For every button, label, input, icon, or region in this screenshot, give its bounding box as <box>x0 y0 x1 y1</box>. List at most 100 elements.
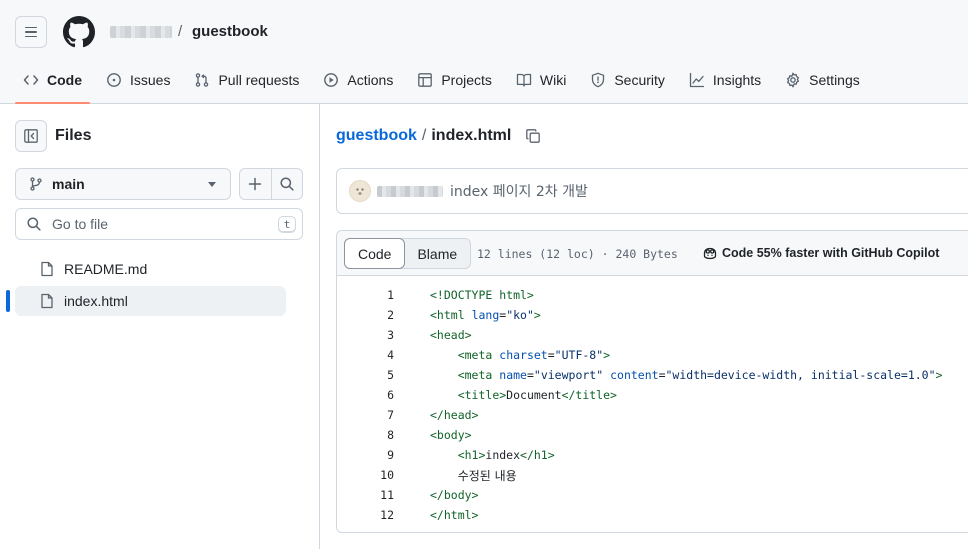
copilot-promo-text: Code 55% faster with GitHub Copilot <box>722 246 940 260</box>
line-content: <head> <box>430 328 472 342</box>
line-number[interactable]: 7 <box>337 408 394 422</box>
line-number[interactable]: 11 <box>337 488 394 502</box>
shield-icon <box>592 72 605 88</box>
plus-icon <box>249 177 262 191</box>
line-number[interactable]: 4 <box>337 348 394 362</box>
line-content: <meta charset="UTF-8"> <box>457 348 611 362</box>
file-tree: README.md index.html <box>6 254 286 318</box>
line-content: <body> <box>430 428 472 442</box>
sidebar-collapse-icon <box>24 129 38 143</box>
line-content: <title>Document</title> <box>457 388 617 402</box>
commit-message[interactable]: index 페이지 2차 개발 <box>450 181 588 201</box>
tab-pull-requests[interactable]: Pull requests <box>186 62 307 98</box>
repo-name-link[interactable]: guestbook <box>192 23 268 40</box>
line-number[interactable]: 9 <box>337 448 394 462</box>
tab-settings[interactable]: Settings <box>777 62 868 98</box>
search-icon <box>280 177 294 191</box>
line-content: </body> <box>430 488 479 502</box>
play-icon <box>324 73 339 87</box>
line-number[interactable]: 10 <box>337 468 394 482</box>
code-line: 7 </head> <box>337 405 968 425</box>
line-content: <h1>index</h1> <box>457 448 555 462</box>
avatar[interactable] <box>349 180 371 202</box>
file-item-readme[interactable]: README.md <box>15 254 286 284</box>
avatar-face-icon <box>356 188 364 195</box>
copilot-promo-link[interactable]: Code 55% faster with GitHub Copilot <box>702 245 939 261</box>
file-item-label: README.md <box>64 261 148 277</box>
code-line: 6 <title>Document</title> <box>337 385 968 405</box>
menu-button[interactable] <box>15 16 47 48</box>
line-content: </head> <box>430 408 479 422</box>
line-content: </html> <box>430 508 479 522</box>
branch-select-button[interactable]: main <box>15 168 231 200</box>
code-line: 10 수정된 내용 <box>337 465 968 485</box>
file-breadcrumb: guestbook / index.html <box>336 127 541 145</box>
search-files-button[interactable] <box>270 169 302 199</box>
file-icon <box>41 293 53 309</box>
file-stats: 12 lines (12 loc) · 240 Bytes <box>477 247 678 261</box>
git-branch-icon <box>30 177 42 191</box>
file-item-label: index.html <box>64 293 128 309</box>
code-icon <box>23 75 39 85</box>
code-view-button[interactable]: Code <box>344 238 406 269</box>
book-icon <box>516 73 532 87</box>
tab-security[interactable]: Security <box>582 62 673 98</box>
code-line: 5 <meta name="viewport" content="width=d… <box>337 365 968 385</box>
copilot-icon <box>703 247 717 260</box>
code-line: 11 </body> <box>337 485 968 505</box>
tab-insights[interactable]: Insights <box>681 62 769 98</box>
line-number[interactable]: 6 <box>337 388 394 402</box>
tab-issues[interactable]: Issues <box>98 62 178 98</box>
tab-code-label: Code <box>47 72 82 88</box>
line-content: <meta name="viewport" content="width=dev… <box>457 368 943 382</box>
line-number[interactable]: 1 <box>337 288 394 302</box>
tab-actions[interactable]: Actions <box>315 62 401 98</box>
add-file-button[interactable] <box>240 169 271 199</box>
go-to-file-input[interactable]: Go to file t <box>15 208 303 240</box>
repo-nav-tabs: Code Issues Pull requests Actions Projec… <box>0 62 876 104</box>
files-heading: Files <box>55 127 92 144</box>
file-viewer-header: Code Blame 12 lines (12 loc) · 240 Bytes… <box>337 231 968 276</box>
line-number[interactable]: 5 <box>337 368 394 382</box>
go-to-file-placeholder: Go to file <box>52 216 109 232</box>
code-lines: 1 <!DOCTYPE html> 2 <html lang="ko"> 3 <… <box>337 285 968 525</box>
hamburger-icon <box>25 26 37 29</box>
tab-settings-label: Settings <box>809 72 860 88</box>
file-viewer: Code Blame 12 lines (12 loc) · 240 Bytes… <box>336 230 968 533</box>
line-number[interactable]: 2 <box>337 308 394 322</box>
code-line: 3 <head> <box>337 325 968 345</box>
file-item-index-html[interactable]: index.html <box>6 286 286 316</box>
code-blame-toggle: Code Blame <box>344 238 472 269</box>
tab-code[interactable]: Code <box>15 62 90 104</box>
search-icon <box>27 217 41 231</box>
line-number[interactable]: 3 <box>337 328 394 342</box>
code-line: 8 <body> <box>337 425 968 445</box>
branch-name: main <box>52 176 85 192</box>
breadcrumb-repo-link[interactable]: guestbook <box>336 127 417 145</box>
tab-actions-label: Actions <box>347 72 394 88</box>
line-content: 수정된 내용 <box>430 467 517 484</box>
file-tree-sidebar: Files main Go to file t README.md index.… <box>0 104 320 549</box>
code-line: 12 </html> <box>337 505 968 525</box>
tab-wiki-label: Wiki <box>539 72 567 88</box>
copy-path-button[interactable] <box>525 128 541 144</box>
line-text: 수정된 내용 <box>457 468 517 483</box>
blame-view-button[interactable]: Blame <box>404 239 470 268</box>
gear-icon <box>787 72 800 88</box>
breadcrumb-separator: / <box>421 127 427 144</box>
keyboard-shortcut-hint: t <box>278 216 296 233</box>
owner-name-blurred[interactable] <box>110 26 172 38</box>
tree-actions <box>239 168 303 200</box>
line-content: <html lang="ko"> <box>430 308 541 322</box>
collapse-sidebar-button[interactable] <box>15 120 47 152</box>
line-number[interactable]: 8 <box>337 428 394 442</box>
github-logo-icon[interactable] <box>63 16 95 48</box>
tab-projects[interactable]: Projects <box>409 62 500 98</box>
issue-icon <box>107 73 121 87</box>
breadcrumb-separator: / <box>178 23 183 40</box>
tab-wiki[interactable]: Wiki <box>508 62 574 98</box>
breadcrumb-file-name: index.html <box>431 127 512 144</box>
repo-header: / guestbook Code Issues Pull requests Ac… <box>0 0 968 104</box>
line-number[interactable]: 12 <box>337 508 394 522</box>
commit-author-blurred[interactable] <box>377 185 443 197</box>
